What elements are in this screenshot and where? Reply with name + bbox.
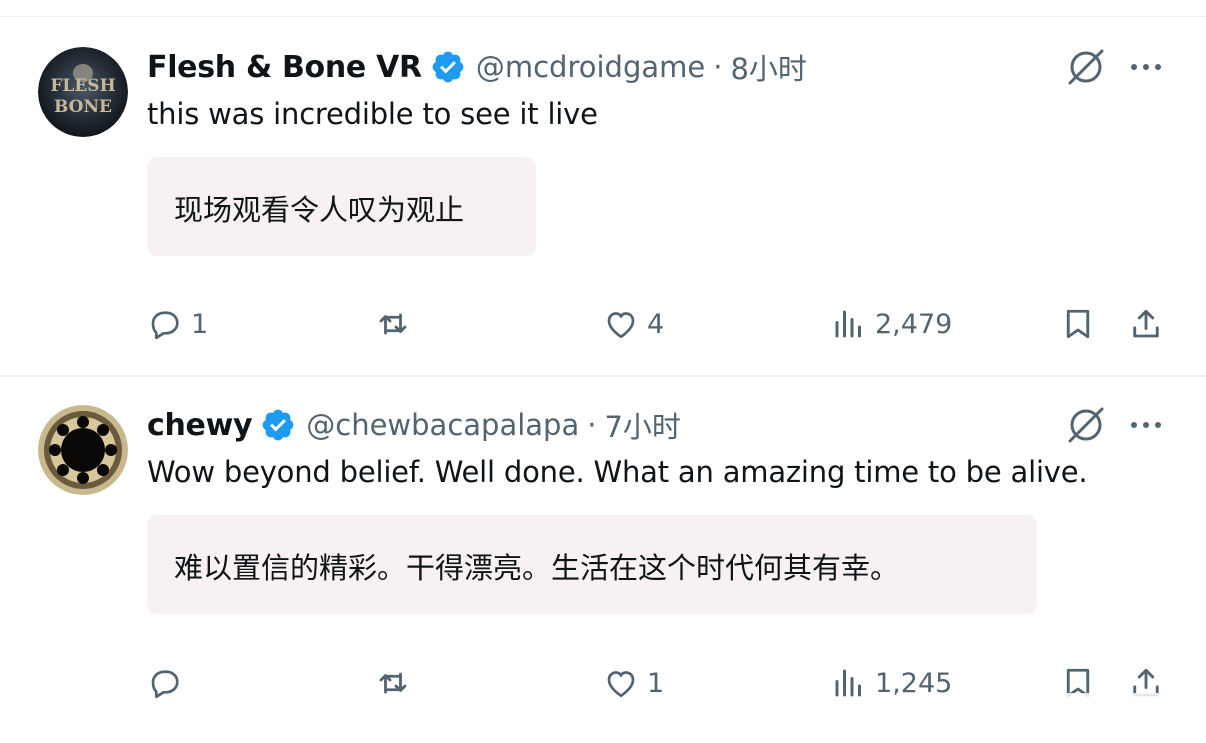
views-count: 2,479 <box>875 308 953 340</box>
verified-badge-icon <box>262 409 294 441</box>
separator: · <box>587 408 597 442</box>
reply-icon <box>151 670 179 699</box>
more-icon[interactable] <box>1126 405 1166 445</box>
watermark-overlay <box>862 693 1192 729</box>
translation-box: 难以置信的精彩。干得漂亮。生活在这个时代何其有幸。 <box>147 515 1037 614</box>
avatar[interactable] <box>38 405 128 495</box>
post-header: chewy @chewbacapalapa · 7小时 <box>147 405 681 445</box>
repost-icon <box>379 313 407 335</box>
translation-text: 难以置信的精彩。干得漂亮。生活在这个时代何其有幸。 <box>174 551 900 585</box>
like-button[interactable]: 1 <box>603 665 664 701</box>
translation-box: 现场观看令人叹为观止 <box>147 157 536 256</box>
like-count: 1 <box>647 667 665 699</box>
post-1[interactable]: FLESH BONE Flesh & Bone VR @mcdroidgame … <box>0 47 1206 367</box>
views-button[interactable]: 2,479 <box>831 306 952 342</box>
post-text: Wow beyond belief. Well done. What an am… <box>147 455 1088 489</box>
separator: · <box>713 50 723 84</box>
avatar[interactable]: FLESH BONE <box>38 47 128 137</box>
handle[interactable]: @chewbacapalapa <box>306 408 579 442</box>
like-count: 4 <box>647 308 665 340</box>
avatar-logo-line2: BONE <box>54 97 112 117</box>
verified-badge-icon <box>432 51 464 83</box>
timestamp[interactable]: 7小时 <box>604 404 680 446</box>
reply-icon <box>151 311 179 340</box>
reply-count: 1 <box>191 308 209 340</box>
timestamp[interactable]: 8小时 <box>730 46 806 88</box>
repost-button[interactable] <box>374 665 420 701</box>
repost-icon <box>379 672 407 694</box>
post-header: Flesh & Bone VR @mcdroidgame · 8小时 <box>147 47 807 87</box>
like-icon <box>607 671 635 698</box>
more-icon[interactable] <box>1126 47 1166 87</box>
display-name[interactable]: chewy <box>147 408 253 443</box>
bookmark-icon[interactable] <box>1060 306 1096 342</box>
views-icon <box>835 310 861 338</box>
share-icon[interactable] <box>1128 306 1164 342</box>
translation-text: 现场观看令人叹为观止 <box>174 193 465 227</box>
top-divider <box>0 16 1206 17</box>
reply-button[interactable]: 1 <box>147 306 208 342</box>
reply-button[interactable] <box>147 665 191 701</box>
repost-button[interactable] <box>374 306 420 342</box>
like-icon <box>607 312 635 339</box>
post-divider <box>0 375 1206 377</box>
avatar-logo-line1: FLESH <box>50 76 115 96</box>
like-button[interactable]: 4 <box>603 306 664 342</box>
post-2[interactable]: chewy @chewbacapalapa · 7小时 Wow beyond b… <box>0 405 1206 735</box>
post-text: this was incredible to see it live <box>147 97 598 131</box>
grok-icon[interactable] <box>1064 45 1108 89</box>
display-name[interactable]: Flesh & Bone VR <box>147 50 422 85</box>
grok-icon[interactable] <box>1064 403 1108 447</box>
handle[interactable]: @mcdroidgame <box>476 50 705 84</box>
